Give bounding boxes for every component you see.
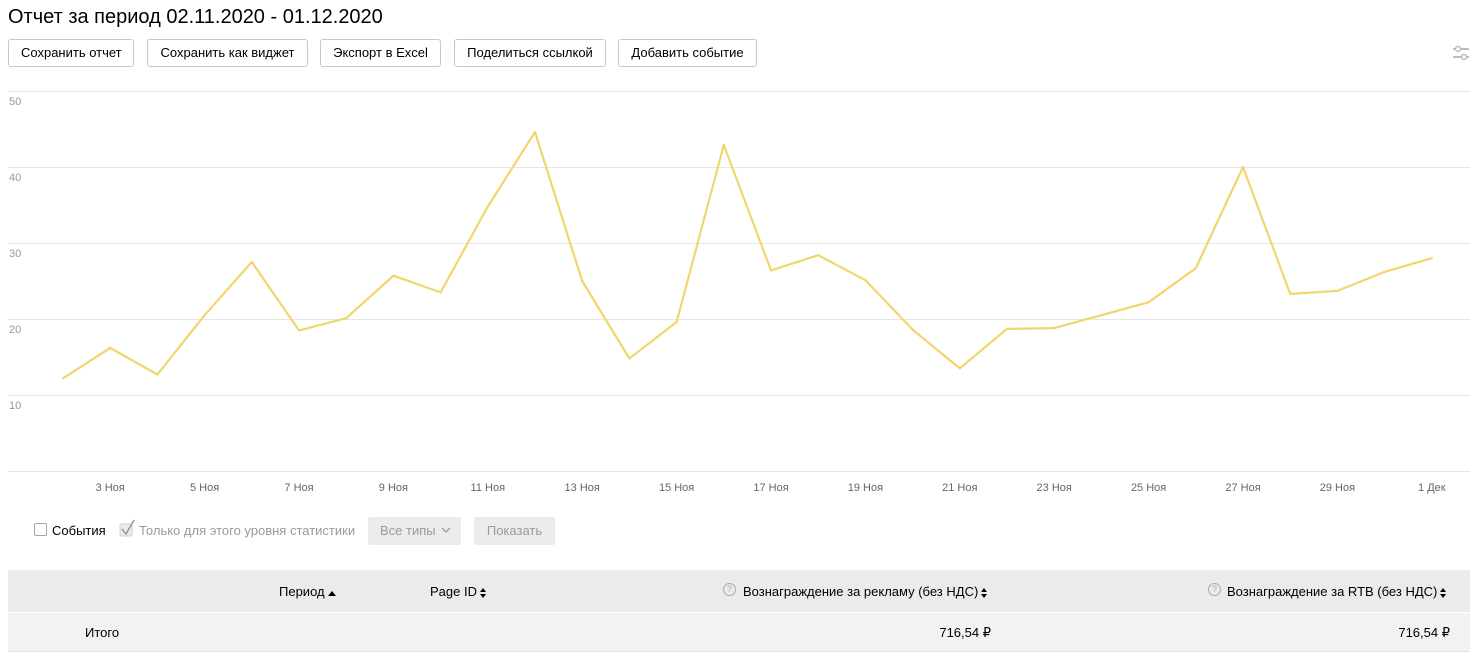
y-tick-label: 10	[9, 400, 21, 412]
help-icon[interactable]: ?	[723, 583, 736, 596]
total-ad-reward: 716,54 ₽	[939, 625, 991, 640]
event-types-dropdown-label: Все типы	[380, 523, 436, 538]
share-link-button[interactable]: Поделиться ссылкой	[454, 39, 606, 67]
show-button[interactable]: Показать	[474, 517, 555, 545]
data-point[interactable]	[817, 254, 820, 257]
data-point[interactable]	[864, 279, 867, 282]
data-point[interactable]	[1336, 289, 1339, 292]
data-point[interactable]	[297, 329, 301, 332]
x-tick-label: 27 Ноя	[1225, 482, 1260, 494]
chart-series	[61, 130, 1433, 380]
add-event-button[interactable]: Добавить событие	[618, 39, 757, 67]
data-point[interactable]	[439, 291, 442, 294]
only-level-checkbox[interactable]	[119, 519, 135, 537]
sort-icon	[981, 587, 988, 598]
x-tick-label: 25 Ноя	[1131, 482, 1166, 494]
chevron-down-icon	[441, 527, 451, 533]
data-point[interactable]	[156, 373, 159, 376]
column-period-label: Период	[279, 584, 325, 599]
x-tick-label: 9 Ноя	[379, 482, 408, 494]
column-ad-reward-label: Вознаграждение за рекламу (без НДС)	[743, 584, 979, 599]
x-tick-label: 17 Ноя	[753, 482, 788, 494]
data-point[interactable]	[1194, 266, 1197, 270]
x-tick-label: 15 Ноя	[659, 482, 694, 494]
column-page-id-label: Page ID	[430, 584, 477, 599]
only-level-label: Только для этого уровня статистики	[139, 523, 356, 538]
data-point[interactable]	[628, 357, 631, 360]
data-point[interactable]	[61, 377, 65, 380]
column-page-id[interactable]: Page ID	[430, 584, 486, 599]
data-point[interactable]	[1289, 292, 1292, 296]
series-line[interactable]	[62, 130, 1433, 380]
page-title: Отчет за период 02.11.2020 - 01.12.2020	[8, 6, 383, 28]
data-point[interactable]	[250, 260, 253, 264]
data-point[interactable]	[911, 328, 914, 331]
total-rtb-reward: 716,54 ₽	[1398, 625, 1450, 640]
column-rtb-reward[interactable]: Вознаграждение за RTB (без НДС)	[1227, 584, 1447, 599]
settings-sliders-icon[interactable]	[1451, 44, 1471, 62]
column-rtb-reward-label: Вознаграждение за RTB (без НДС)	[1227, 584, 1438, 599]
x-tick-label: 5 Ноя	[190, 482, 219, 494]
x-tick-label: 7 Ноя	[284, 482, 313, 494]
x-axis-labels: 3 Ноя 5 Ноя 7 Ноя 9 Ноя 11 Ноя 13 Ноя 15 Ноя 17…	[96, 482, 1446, 494]
sort-icon	[1440, 587, 1447, 598]
data-point[interactable]	[392, 274, 395, 277]
data-point[interactable]	[675, 320, 678, 324]
column-period[interactable]: Период	[279, 584, 336, 599]
table-row-total: Итого 716,54 ₽ 716,54 ₽	[8, 613, 1470, 652]
data-point[interactable]	[109, 346, 112, 349]
data-point[interactable]	[1005, 327, 1009, 330]
y-tick-label: 50	[9, 96, 21, 108]
data-point[interactable]	[345, 317, 348, 320]
data-point[interactable]	[581, 279, 584, 283]
data-point[interactable]	[1147, 301, 1150, 304]
x-tick-label: 3 Ноя	[96, 482, 125, 494]
x-tick-label: 1 Дек	[1418, 482, 1446, 494]
table-header: Период Page ID ? Вознаграждение за рекла…	[8, 570, 1470, 612]
data-point[interactable]	[958, 367, 961, 370]
x-tick-label: 11 Ноя	[471, 482, 506, 494]
data-point[interactable]	[1053, 327, 1056, 330]
y-axis-labels: 10 20 30 40 50	[9, 96, 21, 412]
data-point[interactable]	[1100, 314, 1103, 317]
events-checkbox-label[interactable]: События	[52, 523, 106, 538]
events-checkbox[interactable]	[34, 523, 47, 536]
save-report-button[interactable]: Сохранить отчет	[8, 39, 134, 67]
x-tick-label: 19 Ноя	[848, 482, 883, 494]
x-tick-label: 29 Ноя	[1320, 482, 1355, 494]
column-ad-reward[interactable]: Вознаграждение за рекламу (без НДС)	[743, 584, 988, 599]
x-tick-label: 13 Ноя	[565, 482, 600, 494]
save-as-widget-button[interactable]: Сохранить как виджет	[147, 39, 308, 67]
y-tick-label: 30	[9, 248, 21, 260]
y-tick-label: 40	[9, 172, 21, 184]
x-tick-label: 23 Ноя	[1037, 482, 1072, 494]
y-tick-label: 20	[9, 324, 21, 336]
sort-ascending-icon	[327, 590, 336, 596]
total-label: Итого	[85, 625, 120, 640]
data-point[interactable]	[486, 205, 489, 208]
help-icon[interactable]: ?	[1208, 583, 1221, 596]
data-point[interactable]	[533, 130, 537, 134]
export-excel-button[interactable]: Экспорт в Excel	[320, 39, 441, 67]
data-point[interactable]	[1383, 270, 1386, 273]
line-chart: 10 20 30 40 50 3 Ноя 5 Ноя 7 Ноя 9 Ноя 11 Ноя 13 …	[8, 91, 1470, 494]
sort-icon	[479, 587, 486, 598]
data-point[interactable]	[769, 269, 773, 272]
chart-grid	[8, 91, 1470, 472]
event-types-dropdown[interactable]: Все типы	[368, 517, 461, 545]
data-point[interactable]	[722, 143, 725, 147]
x-tick-label: 21 Ноя	[942, 482, 977, 494]
data-point[interactable]	[203, 314, 206, 317]
data-point[interactable]	[1241, 165, 1245, 169]
data-point[interactable]	[1430, 257, 1433, 260]
